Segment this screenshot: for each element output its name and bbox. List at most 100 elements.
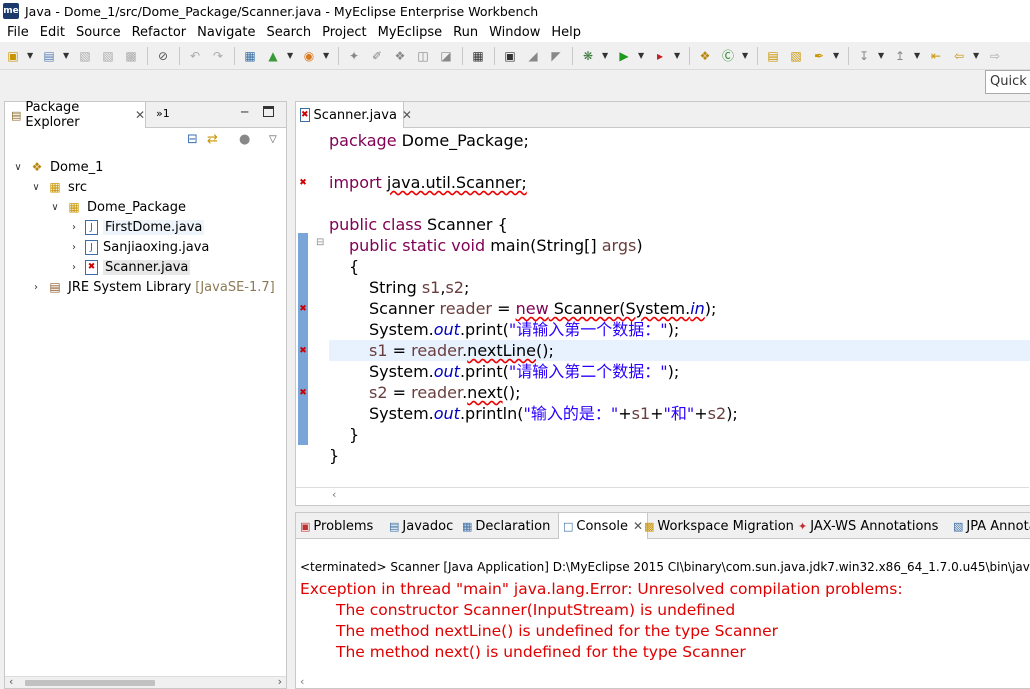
previous-annotation-dropdown-icon[interactable]: ▼ — [914, 51, 922, 60]
menu-window[interactable]: Window — [485, 25, 544, 40]
code-line[interactable]: System.out.print("请输入第二个数据："); — [329, 361, 679, 382]
new-java-project-icon[interactable]: ❖ — [696, 47, 714, 65]
run-dropdown-icon[interactable]: ▼ — [638, 51, 646, 60]
new-class-dropdown-icon[interactable]: ▼ — [742, 51, 750, 60]
expand-chevron-icon[interactable]: ∨ — [48, 202, 62, 213]
menu-search[interactable]: Search — [262, 25, 315, 40]
package-explorer-hscrollbar[interactable]: ‹ › — [5, 675, 286, 688]
menu-myeclipse[interactable]: MyEclipse — [374, 25, 447, 40]
code-line[interactable]: s2 = reader.next(); — [329, 382, 521, 403]
tab-workspace-migration[interactable]: ▩ Workspace Migration — [644, 513, 794, 539]
code-line[interactable]: System.out.print("请输入第一个数据："); — [329, 319, 679, 340]
calendar-icon[interactable]: ▣ — [501, 47, 519, 65]
scroll-thumb[interactable] — [25, 680, 155, 686]
menu-navigate[interactable]: Navigate — [193, 25, 259, 40]
link-icon[interactable]: ❖ — [391, 47, 409, 65]
error-marker-icon[interactable]: ✖ — [297, 303, 309, 315]
grid-icon[interactable]: ▦ — [469, 47, 487, 65]
tree-item-src[interactable]: ∨ ▦ src — [29, 177, 87, 197]
new-package-icon[interactable]: ▤ — [40, 47, 58, 65]
menu-refactor[interactable]: Refactor — [128, 25, 191, 40]
tab-problems[interactable]: ▣ Problems — [300, 513, 373, 539]
hidden-views-chevron[interactable]: »1 — [156, 107, 170, 120]
close-icon[interactable]: ✕ — [633, 519, 643, 533]
run-icon[interactable]: ▶ — [615, 47, 633, 65]
scroll-left-icon[interactable]: ‹ — [332, 488, 336, 501]
deploy-dropdown-icon[interactable]: ▼ — [287, 51, 295, 60]
tree-item-firstdome-java[interactable]: › J FirstDome.java — [67, 217, 205, 237]
collapsed-chevron-icon[interactable]: › — [29, 282, 43, 293]
code-line[interactable]: package Dome_Package; — [329, 130, 529, 151]
tab-package-explorer[interactable]: ▤ Package Explorer ✕ — [5, 100, 146, 130]
tree-item-dome-1[interactable]: ∨ ❖ Dome_1 — [11, 157, 103, 177]
collapsed-chevron-icon[interactable]: › — [67, 262, 81, 273]
link-with-editor-icon[interactable]: ⇄ — [207, 132, 218, 147]
editor-hscrollbar[interactable]: ‹ — [296, 487, 1029, 505]
console-hscrollbar[interactable]: ‹ — [296, 675, 1029, 688]
scroll-right-icon[interactable]: › — [278, 675, 282, 688]
code-line[interactable]: s1 = reader.nextLine(); — [329, 340, 1030, 361]
code-line[interactable]: public static void main(String[] args) — [329, 235, 643, 256]
tree-item-dome-package[interactable]: ∨ ▦ Dome_Package — [48, 197, 186, 217]
expand-chevron-icon[interactable]: ∨ — [11, 162, 25, 173]
code-line[interactable]: System.out.println("输入的是："+s1+"和"+s2); — [329, 403, 738, 424]
tree-item-scanner-java[interactable]: › ✖ Scanner.java — [67, 257, 191, 277]
view-menu-icon[interactable]: ▽ — [269, 134, 277, 145]
close-icon[interactable]: ✕ — [135, 108, 145, 122]
new-class-icon[interactable]: Ⓒ — [719, 47, 737, 65]
forward-icon[interactable]: ⇨ — [986, 47, 1004, 65]
menu-edit[interactable]: Edit — [36, 25, 69, 40]
quick-access-input[interactable]: Quick Access — [985, 70, 1030, 94]
external-tools-icon[interactable]: ▸ — [651, 47, 669, 65]
debug-icon[interactable]: ❋ — [579, 47, 597, 65]
previous-annotation-icon[interactable]: ↥ — [891, 47, 909, 65]
browser-dropdown-icon[interactable]: ▼ — [323, 51, 331, 60]
next-annotation-dropdown-icon[interactable]: ▼ — [878, 51, 886, 60]
scroll-left-icon[interactable]: ‹ — [300, 675, 304, 688]
menu-file[interactable]: File — [3, 25, 33, 40]
tree-item-jre-system-library[interactable]: › ▤ JRE System Library [JavaSE-1.7] — [29, 277, 275, 297]
scroll-left-icon[interactable]: ‹ — [9, 675, 13, 688]
open-type-icon[interactable]: ◢ — [524, 47, 542, 65]
tab-scanner-java[interactable]: ✖ Scanner.java ✕ — [296, 102, 412, 128]
pen-dropdown-icon[interactable]: ▼ — [833, 51, 841, 60]
layout-icon[interactable]: ◫ — [414, 47, 432, 65]
tab-jpa-annotations[interactable]: ▧JPA Annotations — [953, 513, 1030, 539]
tab-jax-ws-annotations[interactable]: ✦ JAX-WS Annotations — [798, 513, 938, 539]
fold-collapse-icon[interactable]: ⊟ — [316, 237, 324, 248]
new-icon[interactable]: ▣ — [4, 47, 22, 65]
save-all-icon[interactable]: ▧ — [99, 47, 117, 65]
menu-source[interactable]: Source — [72, 25, 125, 40]
debug-dropdown-icon[interactable]: ▼ — [602, 51, 610, 60]
code-line[interactable]: import java.util.Scanner; — [329, 172, 527, 193]
browser-icon[interactable]: ◉ — [300, 47, 318, 65]
pin-icon[interactable]: ✦ — [345, 47, 363, 65]
tab-console[interactable]: □ Console ✕ — [558, 513, 649, 539]
code-line[interactable]: Scanner reader = new Scanner(System.in); — [329, 298, 716, 319]
collapsed-chevron-icon[interactable]: › — [67, 242, 81, 253]
redo-icon[interactable]: ↷ — [209, 47, 227, 65]
print-icon[interactable]: ▩ — [122, 47, 140, 65]
external-tools-dropdown-icon[interactable]: ▼ — [674, 51, 682, 60]
new-package-dropdown-icon[interactable]: ▼ — [63, 51, 71, 60]
minimize-icon[interactable]: ─ — [241, 105, 248, 119]
open-folder-icon[interactable]: ▤ — [764, 47, 782, 65]
menu-run[interactable]: Run — [449, 25, 482, 40]
pen-icon[interactable]: ✒ — [810, 47, 828, 65]
tab-declaration[interactable]: ▦ Declaration — [462, 513, 550, 539]
tree-item-sanjiaoxing-java[interactable]: › J Sanjiaoxing.java — [67, 237, 209, 257]
tab-javadoc[interactable]: ▤ Javadoc — [389, 513, 453, 539]
open-task-icon[interactable]: ◤ — [547, 47, 565, 65]
back-dropdown-icon[interactable]: ▼ — [973, 51, 981, 60]
close-icon[interactable]: ✕ — [402, 108, 412, 122]
menu-project[interactable]: Project — [318, 25, 370, 40]
new-dropdown-icon[interactable]: ▼ — [27, 51, 35, 60]
error-marker-icon[interactable]: ✖ — [297, 387, 309, 399]
save-icon[interactable]: ▧ — [76, 47, 94, 65]
code-line[interactable]: public class Scanner { — [329, 214, 508, 235]
view-icon[interactable]: ◪ — [437, 47, 455, 65]
expand-chevron-icon[interactable]: ∨ — [29, 182, 43, 193]
edit-icon[interactable]: ✐ — [368, 47, 386, 65]
code-line[interactable]: } — [329, 445, 339, 466]
focus-on-task-icon[interactable]: ● — [239, 132, 250, 147]
